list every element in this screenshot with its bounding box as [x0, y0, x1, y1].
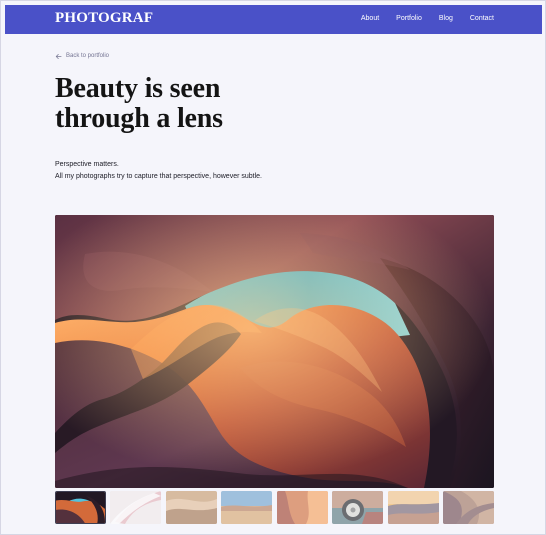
thumbnail-desert-sky[interactable]	[221, 491, 273, 524]
brand-logo[interactable]: PHOTOGRAF	[55, 11, 153, 26]
site-header: PHOTOGRAF About Portfolio Blog Contact	[5, 5, 542, 34]
thumbnail-rock-wave[interactable]	[442, 491, 494, 524]
thumbnail-strip	[55, 491, 494, 524]
thumbnail-pink-paper[interactable]	[110, 491, 162, 524]
back-link-label: Back to portfolio	[66, 53, 110, 59]
nav-contact-link[interactable]: Contact	[470, 14, 494, 23]
thumbnail-sunset-desert[interactable]	[387, 491, 439, 524]
page-title: Beauty is seen through a lens	[55, 74, 305, 134]
thumbnail-canyon-arch[interactable]	[55, 491, 106, 524]
back-to-portfolio-link[interactable]: Back to portfolio	[55, 52, 109, 60]
portfolio-photo-page: PHOTOGRAF About Portfolio Blog Contact B…	[0, 0, 546, 535]
arrow-left-icon	[55, 53, 62, 59]
main-gallery-image	[55, 215, 494, 488]
thumbnail-orange-canyon[interactable]	[276, 491, 328, 524]
thumbnail-sand-dunes[interactable]	[165, 491, 217, 524]
nav-portfolio-link[interactable]: Portfolio	[396, 14, 422, 23]
thumbnail-vintage-car-wheel[interactable]	[332, 491, 384, 524]
intro-line-1: Perspective matters.	[55, 161, 119, 168]
intro-line-2: All my photographs try to capture that p…	[55, 173, 262, 180]
intro-text: Perspective matters. All my photographs …	[55, 159, 325, 183]
nav-about-link[interactable]: About	[361, 14, 379, 23]
page-title-line-1: Beauty is seen	[55, 73, 221, 104]
main-navigation: About Portfolio Blog Contact	[361, 14, 494, 23]
nav-blog-link[interactable]: Blog	[439, 14, 453, 23]
page-title-line-2: through a lens	[55, 103, 223, 134]
